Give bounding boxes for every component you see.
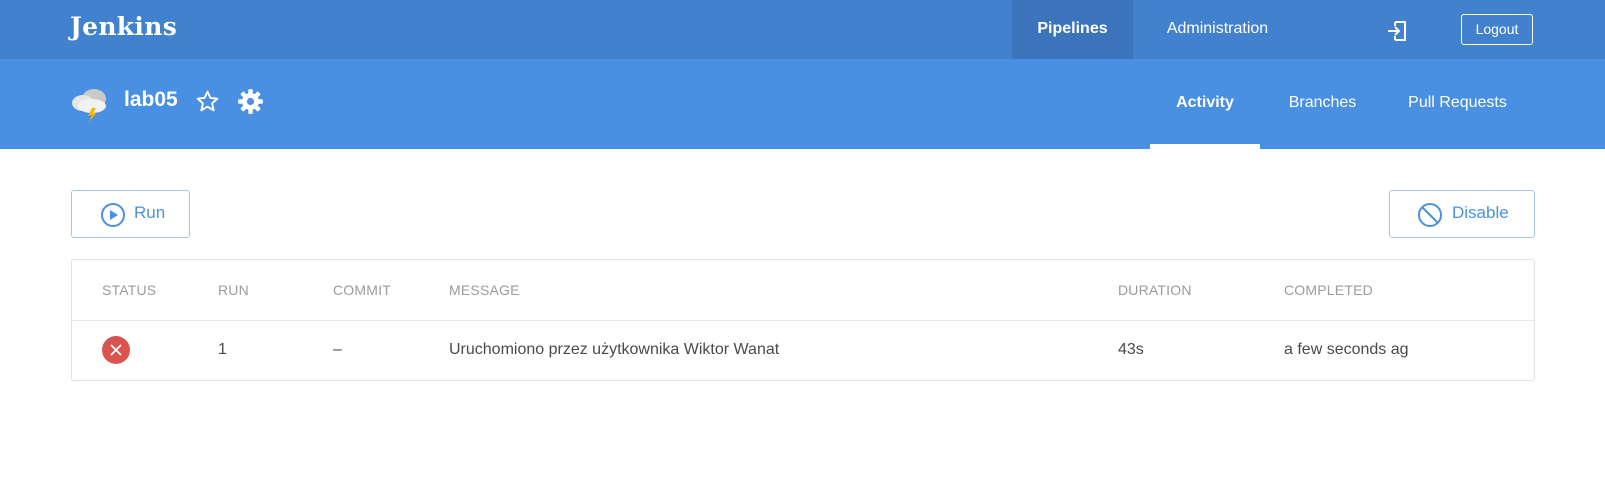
error-circle-icon <box>102 336 130 364</box>
column-header-completed: COMPLETED <box>1284 282 1373 298</box>
table-row[interactable]: 1 – Uruchomiono przez użytkownika Wiktor… <box>72 320 1534 381</box>
column-header-message: MESSAGE <box>449 282 520 298</box>
run-duration: 43s <box>1118 341 1144 358</box>
disable-button[interactable]: Disable <box>1389 190 1535 238</box>
logout-button[interactable]: Logout <box>1461 14 1533 45</box>
tab-branches[interactable]: Branches <box>1270 59 1375 149</box>
pipeline-header: lab05 Activity Branches Pull Requests <box>0 59 1605 149</box>
disable-button-label: Disable <box>1452 203 1509 222</box>
activity-table: STATUS RUN COMMIT MESSAGE DURATION COMPL… <box>71 259 1535 381</box>
gear-icon[interactable] <box>237 88 264 115</box>
column-header-run: RUN <box>218 282 249 298</box>
tab-activity[interactable]: Activity <box>1150 59 1260 149</box>
tab-pull-requests[interactable]: Pull Requests <box>1390 59 1525 149</box>
jenkins-logo[interactable]: Jenkins <box>70 12 177 41</box>
disable-icon <box>1418 203 1442 227</box>
run-number: 1 <box>218 341 227 358</box>
column-header-commit: COMMIT <box>333 282 391 298</box>
column-header-status: STATUS <box>102 282 157 298</box>
run-button[interactable]: Run <box>71 190 190 238</box>
nav-pipelines[interactable]: Pipelines <box>1012 0 1133 59</box>
pipeline-name[interactable]: lab05 <box>124 88 178 112</box>
top-navbar: Jenkins Pipelines Administration Logout <box>0 0 1605 59</box>
star-outline-icon[interactable] <box>195 89 220 114</box>
play-circle-icon <box>101 203 125 227</box>
column-header-duration: DURATION <box>1118 282 1192 298</box>
commit-id: – <box>333 341 342 358</box>
run-completed: a few seconds ago <box>1284 341 1409 358</box>
run-button-label: Run <box>134 203 166 222</box>
exit-icon[interactable] <box>1385 19 1409 43</box>
weather-stormy-icon <box>72 89 106 122</box>
run-message: Uruchomiono przez użytkownika Wiktor Wan… <box>449 341 780 358</box>
nav-administration[interactable]: Administration <box>1133 0 1302 59</box>
